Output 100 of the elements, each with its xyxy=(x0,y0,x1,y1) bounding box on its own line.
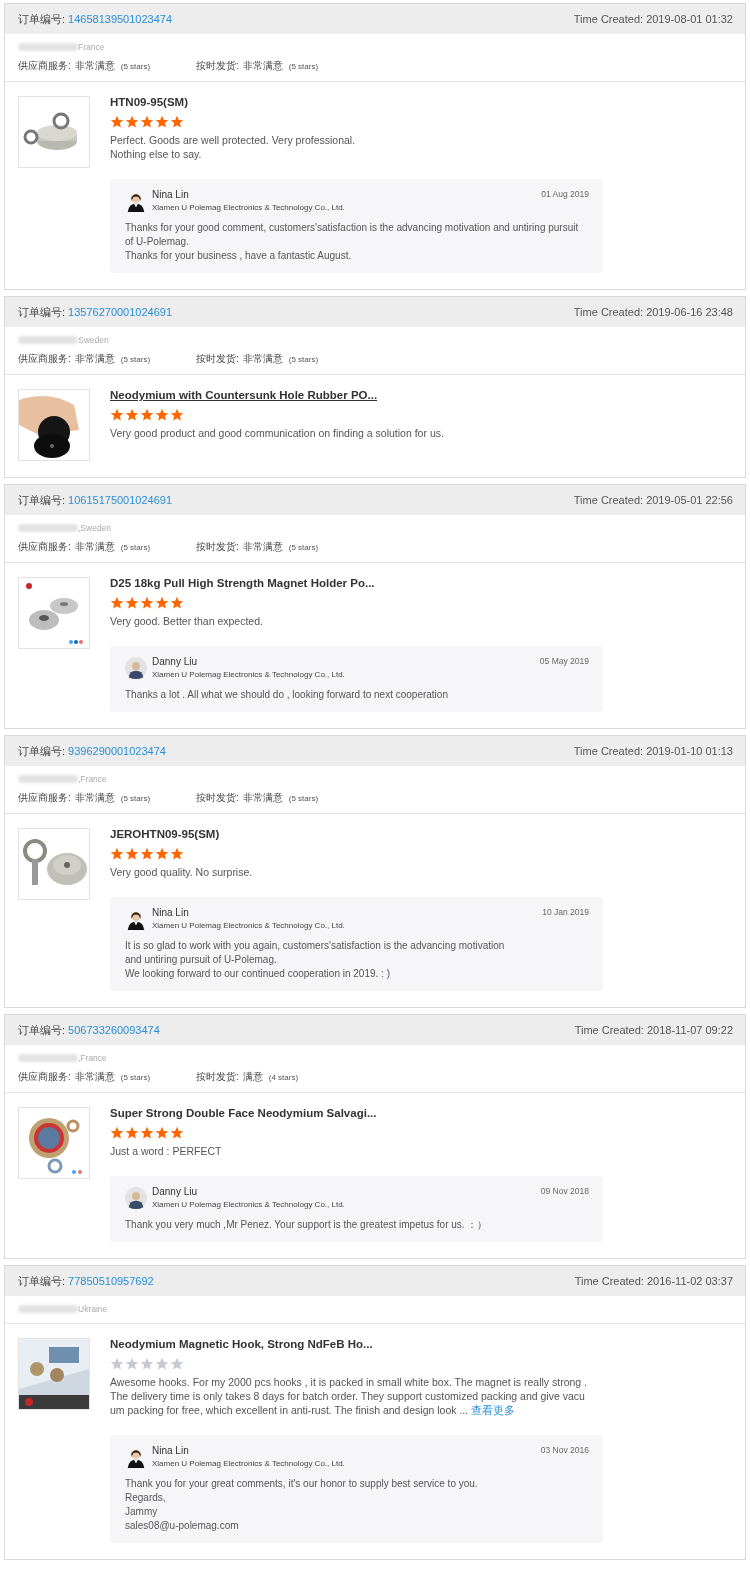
rating-stars-text: (5 stars) xyxy=(120,543,151,552)
buyer-country: ,Sweden xyxy=(78,523,112,533)
rating-value: 非常满意 xyxy=(74,352,115,366)
reply-date: 01 Aug 2019 xyxy=(541,189,589,199)
rating-label: 按时发货: xyxy=(196,791,239,805)
buyer-country: ,France xyxy=(78,774,107,784)
star-icon xyxy=(155,1126,169,1140)
buyer-country: ,France xyxy=(78,1053,107,1063)
rating-label: 按时发货: xyxy=(196,540,239,554)
rating-stars-text: (5 stars) xyxy=(288,543,319,552)
replier-name: Danny Liu xyxy=(152,656,199,667)
rating-value: 非常满意 xyxy=(242,352,283,366)
review-text: Perfect. Goods are well protected. Very professional. xyxy=(110,133,357,147)
rating-stars-text: (5 stars) xyxy=(120,355,151,364)
star-icon xyxy=(170,1126,184,1140)
rating-value: 满意 xyxy=(242,1070,263,1084)
product-title-link[interactable]: Super Strong Double Face Neodymium Salvagi... xyxy=(110,1107,377,1119)
reply-text: Thank you for your great comments, it's our honor to supply best service to you. xyxy=(125,1477,479,1491)
order-number-link[interactable]: 9396290001023474 xyxy=(68,745,166,757)
product-thumbnail[interactable] xyxy=(18,1107,90,1179)
star-icon xyxy=(170,1357,184,1371)
order-number-label: 订单编号: xyxy=(18,1022,66,1038)
reply-date: 03 Nov 2016 xyxy=(540,1445,589,1455)
order-number-link[interactable]: 10615175001024691 xyxy=(68,494,173,506)
product-thumbnail[interactable] xyxy=(18,389,90,461)
star-icon xyxy=(125,1126,139,1140)
order-number-link[interactable]: 14658139501023474 xyxy=(68,13,173,25)
rating-label: 按时发货: xyxy=(196,59,239,73)
star-icon xyxy=(125,408,139,422)
order-number-link[interactable]: 13576270001024691 xyxy=(68,306,173,318)
rating-stars-text: (5 stars) xyxy=(120,794,151,803)
review-text: Very good. Better than expected. xyxy=(110,614,264,628)
replier-name: Nina Lin xyxy=(152,907,190,918)
review-text: Nothing else to say. xyxy=(110,147,203,161)
product-title-link[interactable]: Neodymium Magnetic Hook, Strong NdFeB Ho... xyxy=(110,1338,373,1350)
rating-value: 非常满意 xyxy=(242,791,283,805)
star-icon xyxy=(140,1126,154,1140)
star-icon xyxy=(155,115,169,129)
replier-name: Danny Liu xyxy=(152,1186,199,1197)
review-text: Very good product and good communication on finding a solution for us. xyxy=(110,426,445,440)
rating-stars-text: (5 stars) xyxy=(120,1073,151,1082)
reply-date: 09 Nov 2018 xyxy=(540,1186,589,1196)
time-created: Time Created: 2019-08-01 01:32 xyxy=(573,13,733,25)
star-icon xyxy=(170,847,184,861)
star-icon xyxy=(140,115,154,129)
time-created: Time Created: 2019-05-01 22:56 xyxy=(573,494,733,506)
star-icon xyxy=(110,1357,124,1371)
rating-label: 供应商服务: xyxy=(18,352,71,366)
order-number-label: 订单编号: xyxy=(18,304,66,320)
star-icon xyxy=(140,596,154,610)
avatar-icon xyxy=(125,1186,147,1209)
product-title-link[interactable]: D25 18kg Pull High Strength Magnet Holder Po... xyxy=(110,577,375,589)
star-icon xyxy=(110,847,124,861)
order-number-label: 订单编号: xyxy=(18,1273,66,1289)
review-text: Just a word : PERFECT xyxy=(110,1144,223,1158)
product-thumbnail[interactable] xyxy=(18,1338,90,1410)
star-icon xyxy=(110,408,124,422)
reply-date: 05 May 2019 xyxy=(539,656,589,666)
product-thumbnail[interactable] xyxy=(18,828,90,900)
product-title-link[interactable]: JEROHTN09-95(SM) xyxy=(110,828,220,840)
star-icon xyxy=(140,1357,154,1371)
time-created: Time Created: 2019-06-16 23:48 xyxy=(573,306,733,318)
star-icon xyxy=(125,847,139,861)
rating-value: 非常满意 xyxy=(74,1070,115,1084)
see-more-link[interactable]: 查看更多 xyxy=(471,1404,516,1416)
reply-text: Thanks for your good comment, customers'satisfaction is the advancing motivation and untiring pursuit of U-Polemag. xyxy=(125,221,580,249)
rating-value: 非常满意 xyxy=(74,540,115,554)
rating-stars-text: (4 stars) xyxy=(268,1073,299,1082)
company-name: Xiamen U Polemag Electronics & Technology Co., Ltd. xyxy=(152,670,345,679)
blurred-name xyxy=(18,524,78,532)
rating-value: 非常满意 xyxy=(74,59,115,73)
star-icon xyxy=(155,596,169,610)
buyer-country: Ukraine xyxy=(78,1304,108,1314)
star-icon xyxy=(170,596,184,610)
reply-text: and untiring pursuit of U-Polemag. xyxy=(125,953,278,967)
blurred-name xyxy=(18,1054,78,1062)
buyer-country: France xyxy=(78,42,105,52)
star-icon xyxy=(110,1126,124,1140)
product-title-link[interactable]: Neodymium with Countersunk Hole Rubber PO... xyxy=(110,389,378,401)
rating-value: 非常满意 xyxy=(242,540,283,554)
time-created: Time Created: 2019-01-10 01:13 xyxy=(573,745,733,757)
product-thumbnail[interactable] xyxy=(18,96,90,168)
star-icon xyxy=(110,596,124,610)
order-number-link[interactable]: 506733260093474 xyxy=(68,1024,160,1036)
rating-label: 供应商服务: xyxy=(18,791,71,805)
rating-label: 供应商服务: xyxy=(18,59,71,73)
avatar-icon xyxy=(125,656,147,679)
order-number-link[interactable]: 77850510957692 xyxy=(68,1275,154,1287)
reply-text: We looking forward to our continued cooperation in 2019. : ) xyxy=(125,967,391,981)
rating-label: 供应商服务: xyxy=(18,1070,71,1084)
buyer-country: Sweden xyxy=(78,335,109,345)
rating-label: 按时发货: xyxy=(196,1070,239,1084)
product-thumbnail[interactable] xyxy=(18,577,90,649)
order-number-label: 订单编号: xyxy=(18,492,66,508)
reply-text: It is so glad to work with you again, customers'satisfaction is the advancing motivation xyxy=(125,939,506,953)
star-icon xyxy=(170,408,184,422)
order-number-label: 订单编号: xyxy=(18,11,66,27)
rating-label: 供应商服务: xyxy=(18,540,71,554)
rating-stars-text: (5 stars) xyxy=(120,62,151,71)
product-title-link[interactable]: HTN09-95(SM) xyxy=(110,96,188,108)
